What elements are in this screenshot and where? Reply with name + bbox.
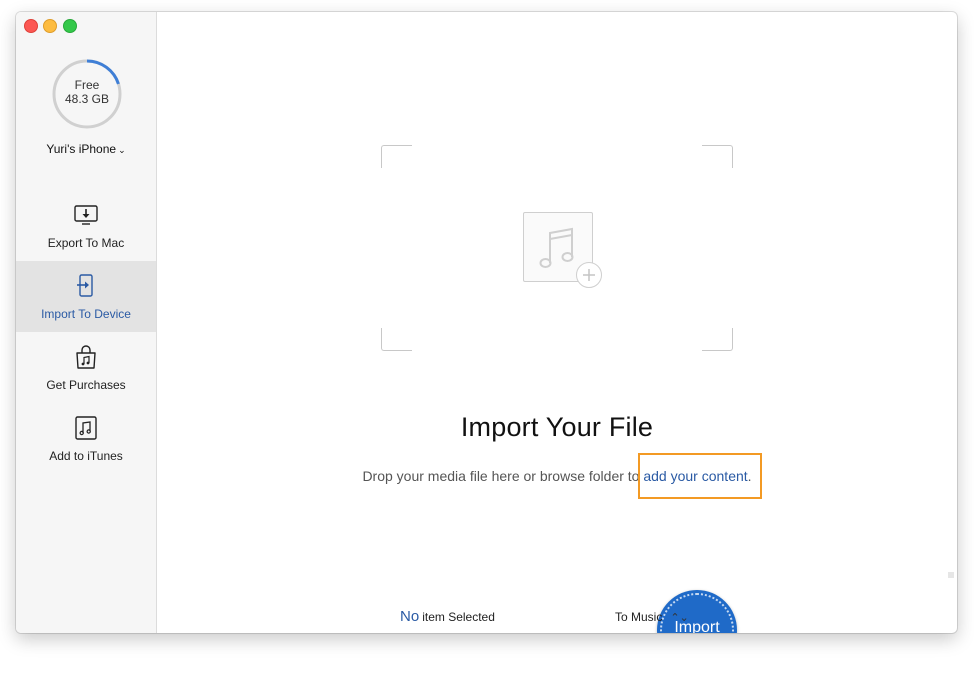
plus-icon	[583, 269, 595, 281]
maximize-window-button[interactable]	[63, 19, 77, 33]
highlight-annotation	[638, 453, 762, 499]
sidebar-item-label: Add to iTunes	[49, 449, 123, 463]
drop-instructions-text: Drop your media file here or browse fold…	[362, 468, 644, 484]
add-file-badge[interactable]	[576, 262, 602, 288]
destination-selector[interactable]: To Music ⌃⌄	[615, 610, 689, 624]
chevron-down-icon: ⌄	[118, 145, 126, 155]
selected-label: item Selected	[422, 610, 495, 624]
destination-label: To Music	[615, 610, 663, 624]
device-name: Yuri's iPhone	[46, 142, 117, 156]
page-title: Import Your File	[460, 412, 654, 442]
sidebar-item-label: Import To Device	[41, 307, 131, 321]
main-panel: Import Your File Drop your media file he…	[157, 12, 957, 633]
sidebar-item-import-to-device[interactable]: Import To Device	[16, 261, 156, 332]
sidebar: Free 48.3 GB Yuri's iPhone ⌄ Export To Ma…	[16, 12, 157, 633]
storage-free-value: 48.3 GB	[64, 92, 110, 106]
drop-instructions: Drop your media file here or browse fold…	[157, 468, 957, 484]
device-selector[interactable]: Yuri's iPhone ⌄	[16, 142, 156, 156]
music-note-icon	[73, 415, 99, 441]
resize-grip[interactable]	[948, 572, 954, 578]
sidebar-item-add-to-itunes[interactable]: Add to iTunes	[16, 403, 156, 474]
shopping-bag-icon	[73, 344, 99, 370]
drop-zone-corner	[381, 328, 412, 351]
drop-zone-corner	[702, 145, 733, 168]
storage-label: Free	[74, 78, 100, 92]
sidebar-item-export-to-mac[interactable]: Export To Mac	[16, 190, 156, 261]
import-to-device-icon	[73, 273, 99, 299]
app-window: Free 48.3 GB Yuri's iPhone ⌄ Export To Ma…	[16, 12, 957, 633]
up-down-arrows-icon: ⌃⌄	[670, 612, 689, 624]
selection-status: No item Selected	[400, 608, 495, 625]
close-window-button[interactable]	[24, 19, 38, 33]
selected-count: No	[400, 608, 420, 625]
storage-text: Free 48.3 GB	[51, 78, 123, 106]
storage-indicator: Free 48.3 GB	[51, 58, 123, 130]
sidebar-item-label: Get Purchases	[46, 378, 126, 392]
drop-zone-corner	[702, 328, 733, 351]
drop-zone-corner	[381, 145, 412, 168]
minimize-window-button[interactable]	[43, 19, 57, 33]
export-to-mac-icon	[73, 202, 99, 228]
sidebar-item-label: Export To Mac	[47, 236, 125, 250]
sidebar-item-get-purchases[interactable]: Get Purchases	[16, 332, 156, 403]
